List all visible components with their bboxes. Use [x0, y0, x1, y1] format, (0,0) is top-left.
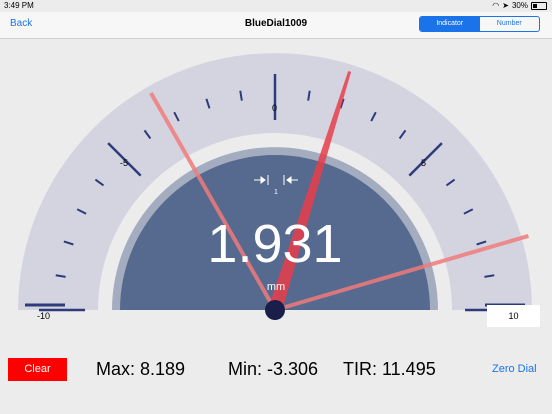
reading-unit: mm [266, 281, 286, 293]
clear-button[interactable]: Clear [8, 358, 67, 381]
max-value: Max: 8.189 [96, 359, 186, 379]
resolution-label: 1 [274, 189, 278, 196]
min-value: Min: -3.306 [228, 359, 319, 379]
zero-dial-button[interactable]: Zero Dial [492, 363, 537, 375]
range-value-field[interactable]: 10 [487, 305, 540, 327]
scale-label-minus-10: -10 [37, 311, 51, 321]
needle-hub [265, 300, 285, 320]
scale-label-plus-5: 5 [421, 158, 427, 168]
scale-label-zero: 0 [272, 103, 278, 113]
dial-gauge [18, 53, 532, 320]
tir-value: TIR: 11.495 [343, 359, 436, 379]
reading-value: 1.931 [207, 214, 343, 274]
scale-label-minus-5: -5 [120, 158, 129, 168]
